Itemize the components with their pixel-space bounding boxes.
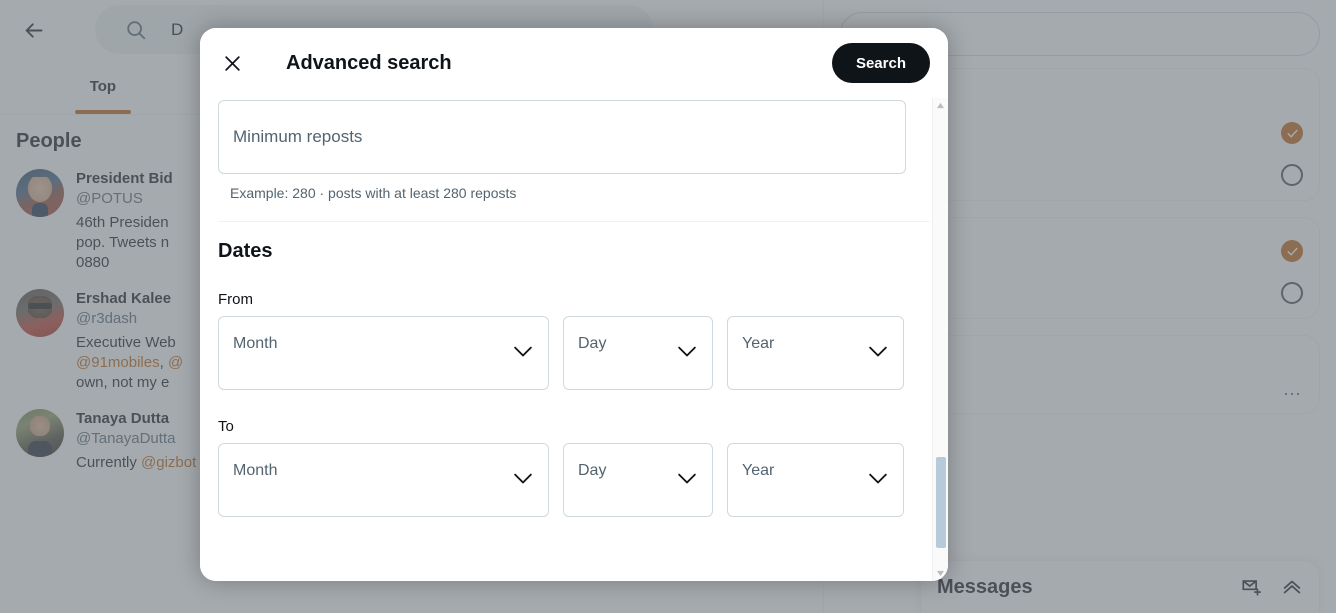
to-month-placeholder: Month — [233, 462, 277, 480]
modal-scrollbar[interactable] — [932, 98, 948, 581]
advanced-search-modal: Advanced search Search Example: 280 · po… — [200, 28, 948, 581]
scroll-down-icon — [936, 570, 945, 577]
close-icon — [223, 54, 242, 73]
to-date-row: Month Day Year — [218, 443, 930, 517]
from-label: From — [218, 291, 930, 308]
scrollbar-down-button[interactable] — [933, 566, 948, 581]
to-day-placeholder: Day — [578, 462, 606, 480]
chevron-down-icon — [512, 472, 534, 486]
close-button[interactable] — [214, 45, 250, 81]
to-year-placeholder: Year — [742, 462, 774, 480]
chevron-down-icon — [867, 345, 889, 359]
from-year-select[interactable]: Year — [727, 316, 904, 390]
scrollbar-thumb[interactable] — [936, 457, 946, 548]
minimum-reposts-input[interactable] — [218, 100, 906, 174]
scroll-up-icon — [936, 102, 945, 109]
from-date-row: Month Day Year — [218, 316, 930, 390]
to-label: To — [218, 418, 930, 435]
to-year-select[interactable]: Year — [727, 443, 904, 517]
from-day-placeholder: Day — [578, 335, 606, 353]
scrollbar-up-button[interactable] — [933, 98, 948, 113]
min-reposts-field-block: Example: 280 · posts with at least 280 r… — [218, 98, 930, 201]
modal-header: Advanced search Search — [200, 28, 948, 98]
from-year-placeholder: Year — [742, 335, 774, 353]
chevron-down-icon — [676, 345, 698, 359]
dates-section-title: Dates — [218, 222, 930, 263]
minimum-reposts-hint: Example: 280 · posts with at least 280 r… — [218, 185, 930, 201]
scrollbar-track[interactable] — [933, 113, 948, 566]
from-day-select[interactable]: Day — [563, 316, 713, 390]
to-day-select[interactable]: Day — [563, 443, 713, 517]
to-month-select[interactable]: Month — [218, 443, 549, 517]
chevron-down-icon — [512, 345, 534, 359]
chevron-down-icon — [676, 472, 698, 486]
search-button[interactable]: Search — [832, 43, 930, 83]
from-month-select[interactable]: Month — [218, 316, 549, 390]
from-month-placeholder: Month — [233, 335, 277, 353]
page-title: Advanced search — [286, 52, 452, 75]
chevron-down-icon — [867, 472, 889, 486]
modal-scroll-area: Example: 280 · posts with at least 280 r… — [200, 98, 948, 581]
app-root: D Top La People — [0, 0, 1336, 613]
